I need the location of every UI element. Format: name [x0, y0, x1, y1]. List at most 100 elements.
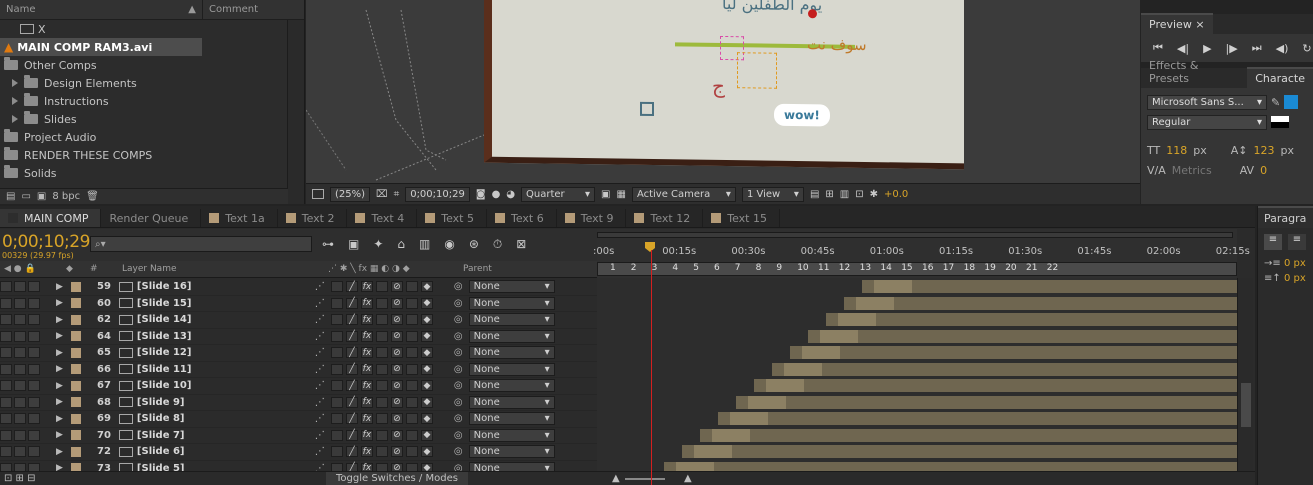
- composition-marker[interactable]: 13: [860, 263, 871, 273]
- audio-switch[interactable]: [14, 297, 26, 309]
- frame-blending-icon[interactable]: ⌂: [397, 237, 405, 252]
- layer-duration-bar[interactable]: [700, 428, 1237, 442]
- parent-dropdown[interactable]: None ▾: [468, 412, 555, 426]
- audio-icon[interactable]: ◀): [1276, 42, 1289, 55]
- layer-in-segment[interactable]: [676, 461, 714, 471]
- expand-arrow-icon[interactable]: [12, 79, 18, 87]
- expand-arrow-icon[interactable]: ▶: [56, 414, 63, 424]
- layer-in-segment[interactable]: [874, 280, 912, 293]
- shy-switch[interactable]: ⋰: [315, 281, 331, 292]
- region-icon[interactable]: ▣: [601, 189, 610, 200]
- layer-duration-bar[interactable]: [736, 395, 1237, 409]
- quality-switch[interactable]: ╱: [345, 281, 358, 293]
- label-color[interactable]: [70, 380, 81, 391]
- layer-name[interactable]: [Slide 14]: [118, 314, 309, 325]
- adjustment-switch[interactable]: [405, 413, 418, 425]
- composition-marker[interactable]: 4: [672, 263, 678, 273]
- expand-arrow-icon[interactable]: ▶: [56, 282, 63, 292]
- transparency-icon[interactable]: ▦: [616, 189, 625, 200]
- composition-marker[interactable]: 19: [984, 263, 995, 273]
- flowchart-icon[interactable]: ⊡: [855, 189, 863, 200]
- layer-duration-bar[interactable]: [754, 379, 1237, 392]
- audio-switch[interactable]: [14, 380, 26, 392]
- layer-in-segment[interactable]: [748, 395, 786, 409]
- zoom-in-icon[interactable]: ▲: [684, 473, 692, 484]
- pickwhip-icon[interactable]: ◎: [454, 380, 463, 391]
- video-switch[interactable]: [0, 314, 12, 326]
- motion-blur-switch[interactable]: ⊘: [390, 363, 403, 375]
- composition-marker[interactable]: 22: [1047, 263, 1058, 273]
- parent-dropdown[interactable]: None ▾: [468, 445, 555, 459]
- expand-arrow-icon[interactable]: [12, 115, 18, 123]
- adjustment-switch[interactable]: [405, 380, 418, 392]
- adjustment-switch[interactable]: [405, 363, 418, 375]
- video-switch[interactable]: [0, 347, 12, 359]
- parent-header[interactable]: Parent: [463, 264, 492, 274]
- layer-name[interactable]: [Slide 11]: [118, 364, 309, 375]
- layer-duration-bar[interactable]: [862, 280, 1237, 293]
- composition-marker[interactable]: 11: [818, 263, 829, 273]
- shy-switch[interactable]: ⋰: [315, 430, 331, 441]
- layer-in-segment[interactable]: [820, 329, 858, 343]
- label-color[interactable]: [70, 413, 81, 424]
- composition-marker[interactable]: 9: [776, 263, 782, 273]
- kerning-value[interactable]: Metrics: [1172, 164, 1212, 177]
- layer-row[interactable]: ▶ 65 [Slide 12] ⋰ ╱ fx ⊘ ◆ ◎ None ▾: [0, 345, 597, 362]
- zoom-out-icon[interactable]: ▲: [612, 473, 620, 484]
- effects-switch[interactable]: fx: [360, 446, 373, 458]
- adjustment-switch[interactable]: [405, 297, 418, 309]
- expand-arrow-icon[interactable]: ▶: [56, 430, 63, 440]
- layer-in-segment[interactable]: [730, 412, 768, 425]
- views-dropdown[interactable]: 1 View ▾: [741, 186, 804, 202]
- layer-row[interactable]: ▶ 69 [Slide 8] ⋰ ╱ fx ⊘ ◆ ◎ None ▾: [0, 411, 597, 428]
- expand-arrow-icon[interactable]: ▶: [56, 331, 63, 341]
- collapse-switch[interactable]: [330, 363, 343, 375]
- adjustment-switch[interactable]: [405, 281, 418, 293]
- motion-blur-icon[interactable]: ▥: [419, 237, 430, 252]
- label-color[interactable]: [70, 364, 81, 375]
- motion-blur-switch[interactable]: ⊘: [390, 347, 403, 359]
- composition-marker[interactable]: 6: [714, 263, 720, 273]
- composition-marker[interactable]: 3: [652, 263, 658, 273]
- motion-blur-switch[interactable]: ⊘: [390, 446, 403, 458]
- project-item[interactable]: Slides: [0, 110, 304, 128]
- solo-switch[interactable]: [28, 380, 40, 392]
- leading-value[interactable]: 123: [1254, 144, 1275, 157]
- first-frame-icon[interactable]: ⏮: [1153, 41, 1163, 55]
- show-snapshot-icon[interactable]: ●: [492, 189, 501, 200]
- 3d-switch[interactable]: ◆: [420, 380, 433, 392]
- tab-effects-presets[interactable]: Effects & Presets: [1141, 56, 1247, 88]
- name-column[interactable]: Name: [6, 4, 36, 15]
- solo-switch[interactable]: [28, 281, 40, 293]
- layer-track-area[interactable]: [597, 278, 1237, 471]
- fit-icon[interactable]: ⌧: [376, 189, 388, 200]
- layer-in-segment[interactable]: [694, 445, 732, 458]
- layer-duration-bar[interactable]: [664, 461, 1237, 471]
- parent-dropdown[interactable]: None ▾: [468, 313, 555, 327]
- always-preview-icon[interactable]: [312, 189, 324, 199]
- zoom-dropdown[interactable]: (25%): [330, 186, 371, 202]
- shy-switch[interactable]: ⋰: [315, 397, 331, 408]
- project-item[interactable]: ▲ MAIN COMP RAM3.avi: [0, 38, 202, 56]
- shy-switch[interactable]: ⋰: [315, 347, 331, 358]
- effects-switch[interactable]: fx: [360, 314, 373, 326]
- audio-switch[interactable]: [14, 396, 26, 408]
- av-switches-icon[interactable]: ◀ ● 🔒: [4, 264, 36, 274]
- pickwhip-icon[interactable]: ◎: [454, 331, 463, 342]
- frame-blend-switch[interactable]: [375, 446, 388, 458]
- composition-marker[interactable]: 7: [735, 263, 741, 273]
- anchor-point[interactable]: [808, 9, 817, 19]
- stopwatch-icon[interactable]: ⏱: [493, 237, 502, 252]
- effects-switch[interactable]: fx: [360, 363, 373, 375]
- expand-arrow-icon[interactable]: ▶: [56, 447, 63, 457]
- sort-icon[interactable]: ▲: [188, 4, 196, 15]
- frame-blend-switch[interactable]: [375, 347, 388, 359]
- collapse-switch[interactable]: [330, 297, 343, 309]
- timeline-tab[interactable]: Text 5: [417, 209, 487, 227]
- project-item[interactable]: Solids: [0, 164, 304, 182]
- timeline-tab[interactable]: MAIN COMP: [0, 209, 102, 227]
- 3d-switch[interactable]: ◆: [420, 363, 433, 375]
- expand-arrow-icon[interactable]: ▶: [56, 348, 63, 358]
- timeline-tab[interactable]: Text 2: [278, 209, 348, 227]
- layer-duration-bar[interactable]: [790, 346, 1237, 359]
